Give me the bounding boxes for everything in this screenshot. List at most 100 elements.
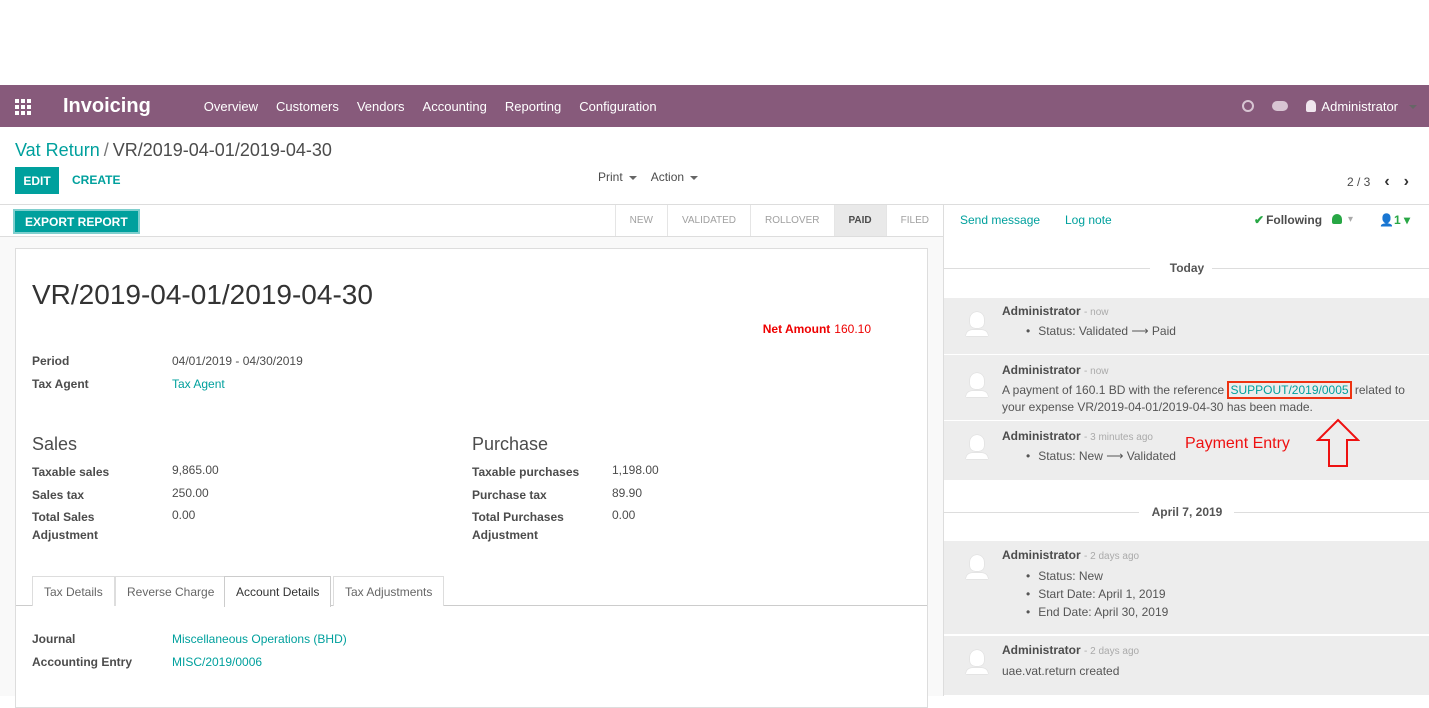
tab-tax-details[interactable]: Tax Details (32, 576, 115, 606)
purchase-row: Taxable purchases 1,198.00 (472, 463, 659, 481)
chatter-topbar: Send message Log note ✔ Following ▾ 👤1 ▾ (944, 205, 1429, 237)
notebook-tabs: Tax Details Reverse Charge Account Detai… (16, 576, 927, 607)
message-author: Administrator - now (1002, 363, 1109, 377)
net-amount-label: Net Amount (762, 322, 831, 336)
purchase-row-value: 1,198.00 (612, 463, 659, 477)
annotation-arrow-icon (1316, 418, 1360, 467)
user-menu[interactable]: Administrator (1306, 99, 1417, 114)
journal-label: Journal (32, 632, 76, 646)
avatar (966, 435, 988, 461)
message-author: Administrator - 2 days ago (1002, 643, 1140, 657)
export-report-button[interactable]: EXPORT REPORT (13, 209, 140, 234)
sales-row: Taxable sales 9,865.00 (32, 463, 219, 481)
tax-agent-link[interactable]: Tax Agent (172, 377, 225, 391)
tax-agent-field: Tax Agent Tax Agent (32, 377, 225, 391)
breadcrumb-parent[interactable]: Vat Return (15, 140, 100, 160)
journal-link[interactable]: Miscellaneous Operations (BHD) (172, 632, 347, 646)
purchase-row-value: 89.90 (612, 486, 643, 500)
status-bar: EXPORT REPORT NEW VALIDATED ROLLOVER PAI… (0, 205, 943, 237)
sales-row-value: 0.00 (172, 508, 196, 522)
period-label: Period (32, 354, 70, 368)
stage-new[interactable]: NEW (614, 205, 667, 236)
payment-reference-link[interactable]: SUPPOUT/2019/0005 (1227, 381, 1352, 399)
stage-rollover[interactable]: ROLLOVER (750, 205, 834, 236)
action-menus: Print Action (598, 170, 698, 184)
period-field: Period 04/01/2019 - 04/30/2019 (32, 354, 303, 368)
chatter-message: Administrator - 3 minutes ago Status: Ne… (944, 418, 1429, 481)
bell-icon[interactable] (1332, 214, 1342, 224)
apps-grid-icon[interactable] (15, 99, 33, 115)
pager-next-icon[interactable]: › (1404, 173, 1409, 191)
tab-reverse-charge[interactable]: Reverse Charge (115, 576, 227, 606)
following-label: Following (1266, 213, 1323, 227)
form-sheet: VR/2019-04-01/2019-04-30 Net Amount 160.1… (15, 248, 928, 708)
user-caret-icon (1403, 99, 1417, 114)
sales-row: Total Sales Adjustment 0.00 (32, 508, 195, 544)
avatar (966, 373, 988, 399)
user-icon (1306, 100, 1317, 112)
following-button[interactable]: ✔ Following (1254, 213, 1322, 227)
stage-paid[interactable]: PAID (833, 205, 886, 236)
accounting-entry-label: Accounting Entry (32, 655, 133, 669)
tab-account-details[interactable]: Account Details (224, 576, 332, 607)
accounting-entry-link[interactable]: MISC/2019/0006 (172, 655, 262, 669)
menu-configuration[interactable]: Configuration (570, 99, 665, 114)
breadcrumb: Vat Return / VR/2019-04-01/2019-04-30 (15, 140, 332, 161)
main-navbar: Invoicing Overview Customers Vendors Acc… (0, 85, 1429, 127)
record-title: VR/2019-04-01/2019-04-30 (32, 279, 373, 310)
sales-row: Sales tax 250.00 (32, 486, 209, 504)
action-dropdown[interactable]: Action (651, 170, 698, 184)
pager: 2 / 3 ‹ › (1347, 173, 1409, 191)
date-separator: April 7, 2019 (944, 503, 1429, 523)
bell-caret-icon[interactable]: ▾ (1348, 214, 1353, 225)
purchase-row-label: Taxable purchases (472, 465, 580, 479)
followers-count: 1 (1393, 213, 1401, 227)
purchase-section-title: Purchase (472, 434, 549, 454)
stage-pipeline: NEW VALIDATED ROLLOVER PAID FILED (614, 205, 943, 236)
log-note-button[interactable]: Log note (1065, 213, 1112, 227)
menu-overview[interactable]: Overview (195, 99, 267, 114)
message-line: Status: New ⟶ Validated (1026, 449, 1176, 463)
net-amount: Net Amount 160.10 (763, 322, 871, 336)
messaging-chat-icon[interactable] (1272, 101, 1289, 111)
navbar-right: Administrator (1242, 99, 1417, 114)
menu-reporting[interactable]: Reporting (496, 99, 570, 114)
message-line: Start Date: April 1, 2019 (1026, 587, 1165, 601)
chatter-message: Administrator - now A payment of 160.1 B… (944, 355, 1429, 421)
period-value: 04/01/2019 - 04/30/2019 (172, 354, 303, 368)
sales-row-label: Sales tax (32, 488, 85, 502)
message-line: A payment of 160.1 BD with the reference… (1002, 381, 1405, 399)
pager-previous-icon[interactable]: ‹ (1384, 173, 1389, 191)
sales-row-value: 9,865.00 (172, 463, 219, 477)
avatar (966, 555, 988, 581)
message-line: End Date: April 30, 2019 (1026, 605, 1168, 619)
activity-clock-icon[interactable] (1242, 100, 1255, 112)
followers-button[interactable]: 👤1 ▾ (1379, 213, 1410, 227)
sales-row-value: 250.00 (172, 486, 209, 500)
send-message-button[interactable]: Send message (960, 213, 1040, 227)
chatter-panel: Send message Log note ✔ Following ▾ 👤1 ▾ … (943, 205, 1429, 696)
menu-customers[interactable]: Customers (267, 99, 348, 114)
message-line: uae.vat.return created (1002, 664, 1120, 678)
message-author: Administrator - 2 days ago (1002, 548, 1140, 562)
control-panel: Vat Return / VR/2019-04-01/2019-04-30 EDIT… (0, 127, 1429, 205)
stage-filed[interactable]: FILED (885, 205, 943, 236)
top-menu: Overview Customers Vendors Accounting Re… (195, 99, 666, 114)
date-separator: Today (944, 259, 1429, 279)
purchase-row: Purchase tax 89.90 (472, 486, 642, 504)
purchase-row-label: Total Purchases Adjustment (472, 510, 564, 542)
message-author: Administrator - 3 minutes ago (1002, 429, 1153, 443)
tab-tax-adjustments[interactable]: Tax Adjustments (333, 576, 445, 606)
avatar (966, 650, 988, 676)
accounting-entry-field: Accounting Entry MISC/2019/0006 (32, 655, 262, 669)
stage-validated[interactable]: VALIDATED (666, 205, 751, 236)
edit-button[interactable]: EDIT (15, 167, 59, 194)
date-label: April 7, 2019 (1151, 505, 1223, 519)
menu-accounting[interactable]: Accounting (414, 99, 496, 114)
pager-value[interactable]: 2 / 3 (1347, 175, 1370, 189)
menu-vendors[interactable]: Vendors (348, 99, 414, 114)
create-button[interactable]: CREATE (72, 173, 120, 187)
print-dropdown[interactable]: Print (598, 170, 637, 184)
app-title: Invoicing (63, 94, 151, 117)
message-line: Status: Validated ⟶ Paid (1026, 324, 1176, 338)
